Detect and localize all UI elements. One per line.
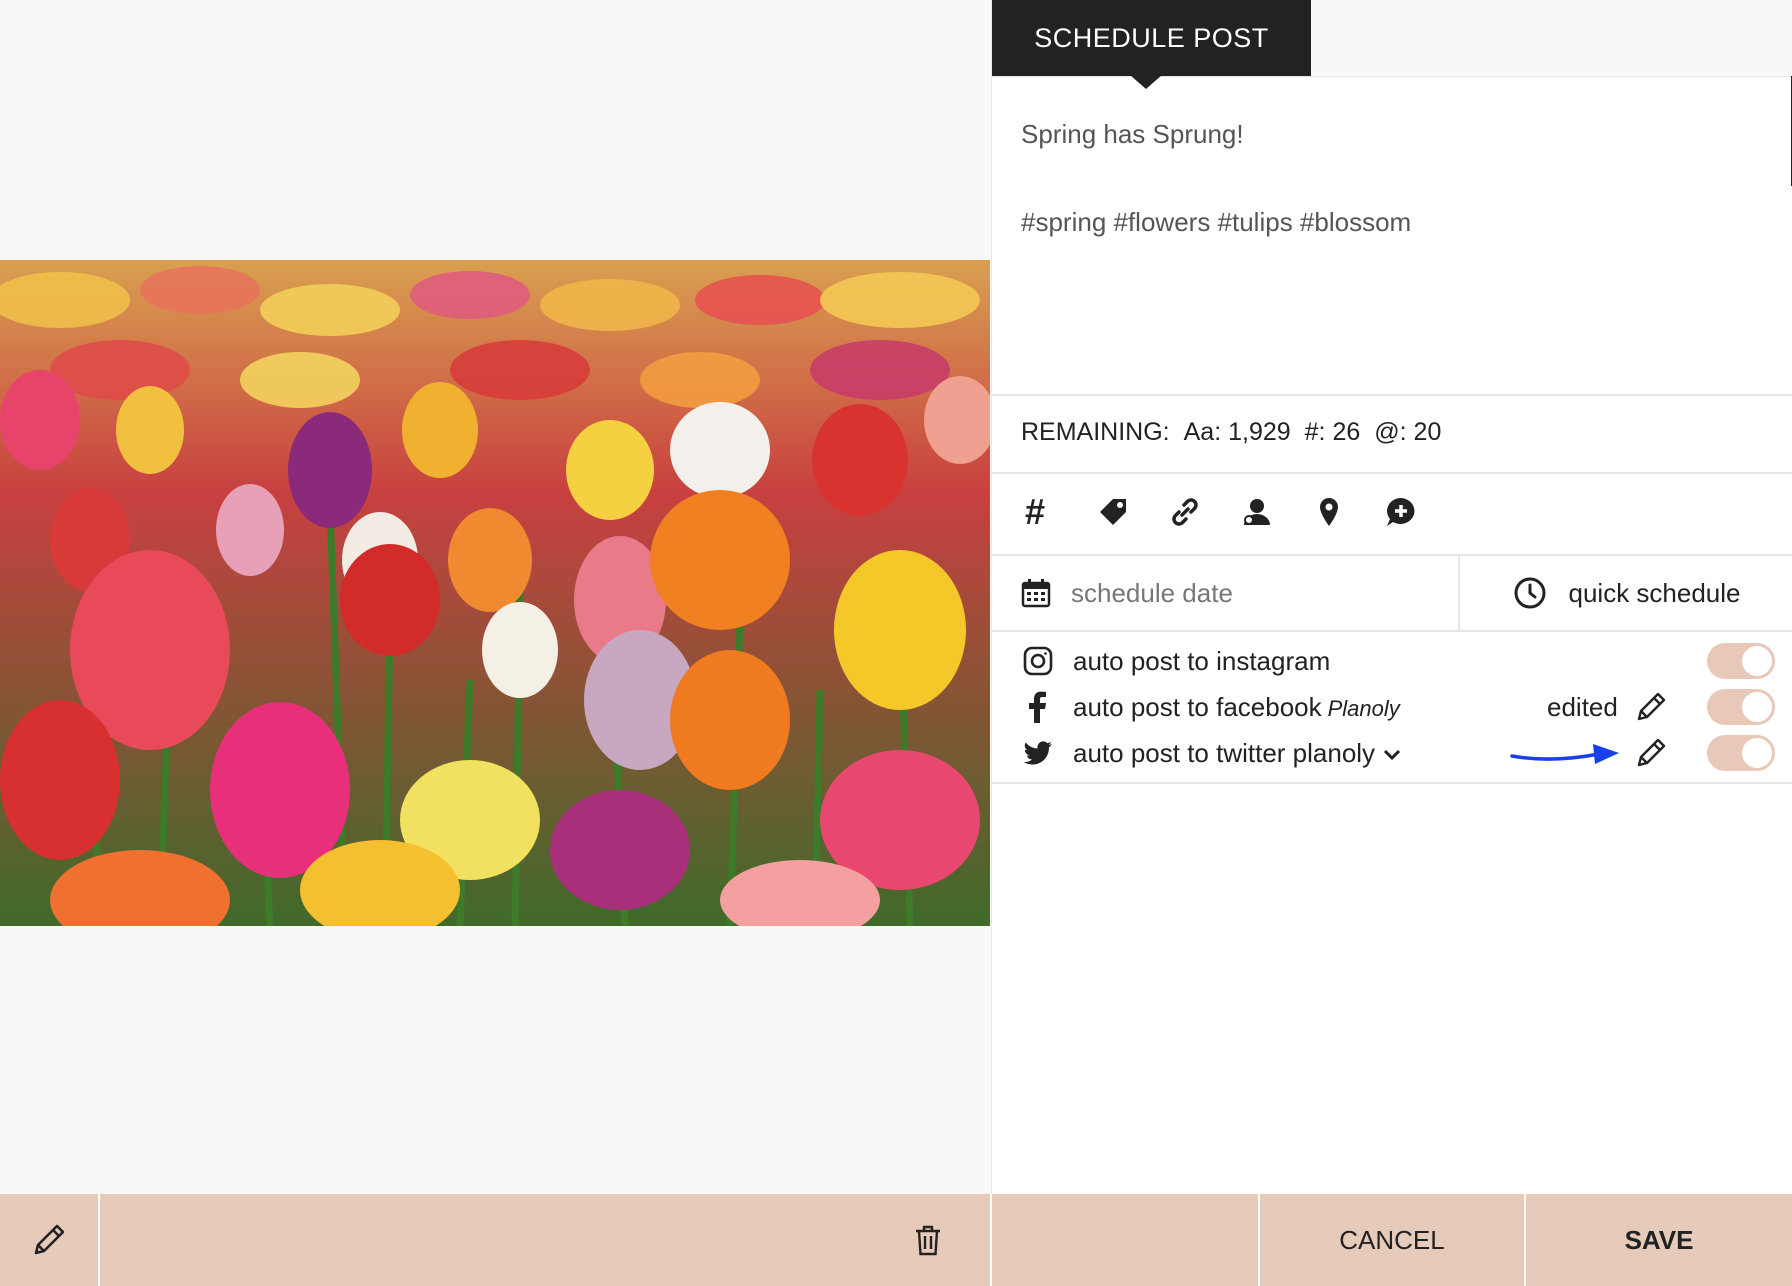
facebook-edited-status: edited	[1547, 691, 1618, 722]
schedule-date-field[interactable]: schedule date	[992, 556, 1460, 630]
action-bar: CANCEL SAVE	[0, 1194, 1792, 1286]
clock-icon	[1514, 577, 1545, 609]
twitter-toggle[interactable]	[1707, 735, 1775, 771]
caption-tools: #	[1021, 491, 1453, 532]
facebook-label-text: auto post to facebook	[1073, 691, 1322, 722]
tulip-field-photo	[0, 260, 990, 926]
instagram-toggle[interactable]	[1707, 643, 1775, 679]
caption-line-2: #spring #flowers #tulips #blossom	[1021, 207, 1412, 237]
facebook-toggle[interactable]	[1707, 689, 1775, 725]
quick-schedule-button[interactable]: quick schedule	[1460, 556, 1792, 630]
caption-textarea[interactable]: Spring has Sprung! #spring #flowers #tul…	[1021, 118, 1761, 238]
divider	[992, 630, 1792, 632]
remaining-hashtags: #: 26	[1304, 418, 1361, 446]
comment-add-icon[interactable]	[1381, 492, 1421, 532]
schedule-date-placeholder: schedule date	[1071, 577, 1233, 608]
user-tag-icon[interactable]	[1237, 492, 1277, 532]
facebook-edit-pencil-icon[interactable]	[1634, 690, 1668, 724]
cancel-button[interactable]: CANCEL	[1260, 1194, 1524, 1286]
remaining-counters: REMAINING: Aa: 1,929 #: 26 @: 20	[1021, 418, 1455, 447]
link-icon[interactable]	[1165, 492, 1205, 532]
quick-schedule-label: quick schedule	[1568, 577, 1741, 608]
save-button[interactable]: SAVE	[1526, 1194, 1792, 1286]
delete-button[interactable]	[910, 1194, 946, 1286]
calendar-icon	[1021, 579, 1051, 608]
facebook-icon	[1021, 690, 1055, 724]
edit-media-button[interactable]	[0, 1194, 100, 1286]
remaining-mentions: @: 20	[1374, 418, 1442, 446]
instagram-icon	[1021, 644, 1055, 678]
hashtag-tool[interactable]: #	[1021, 491, 1049, 532]
schedule-row: schedule date quick schedule	[992, 556, 1792, 630]
twitter-post-label[interactable]: auto post to twitter planoly	[1073, 738, 1401, 769]
divider	[992, 782, 1792, 784]
instagram-post-row: auto post to instagram	[992, 638, 1792, 684]
panel-header: SCHEDULE POST	[992, 0, 1792, 89]
twitter-label-text: auto post to twitter planoly	[1073, 737, 1376, 768]
facebook-post-label: auto post to facebook Planoly	[1073, 692, 1400, 723]
tag-icon[interactable]	[1093, 492, 1133, 532]
instagram-post-label: auto post to instagram	[1073, 645, 1331, 676]
chevron-down-icon	[1384, 749, 1401, 760]
divider	[992, 394, 1792, 396]
caption-line-1: Spring has Sprung!	[1021, 119, 1244, 149]
divider	[992, 472, 1792, 474]
tab-schedule-post[interactable]: SCHEDULE POST	[992, 0, 1311, 76]
remaining-chars: Aa: 1,929	[1183, 418, 1291, 446]
twitter-post-row: auto post to twitter planoly	[992, 730, 1792, 776]
media-pane	[0, 0, 990, 1194]
arrow-annotation-icon	[1510, 744, 1619, 764]
trash-icon	[916, 1225, 940, 1256]
schedule-panel: SCHEDULE POST Spring has Sprung! #spring…	[991, 0, 1792, 1194]
pencil-icon	[34, 1224, 65, 1255]
remaining-label: REMAINING:	[1021, 418, 1170, 446]
divider	[990, 1194, 992, 1286]
location-icon[interactable]	[1309, 492, 1349, 532]
tab-pointer	[1130, 75, 1162, 89]
facebook-account: Planoly	[1327, 695, 1400, 721]
twitter-icon	[1021, 736, 1055, 770]
facebook-post-row: auto post to facebook Planoly edited	[992, 684, 1792, 730]
twitter-edit-pencil-icon[interactable]	[1634, 736, 1668, 770]
